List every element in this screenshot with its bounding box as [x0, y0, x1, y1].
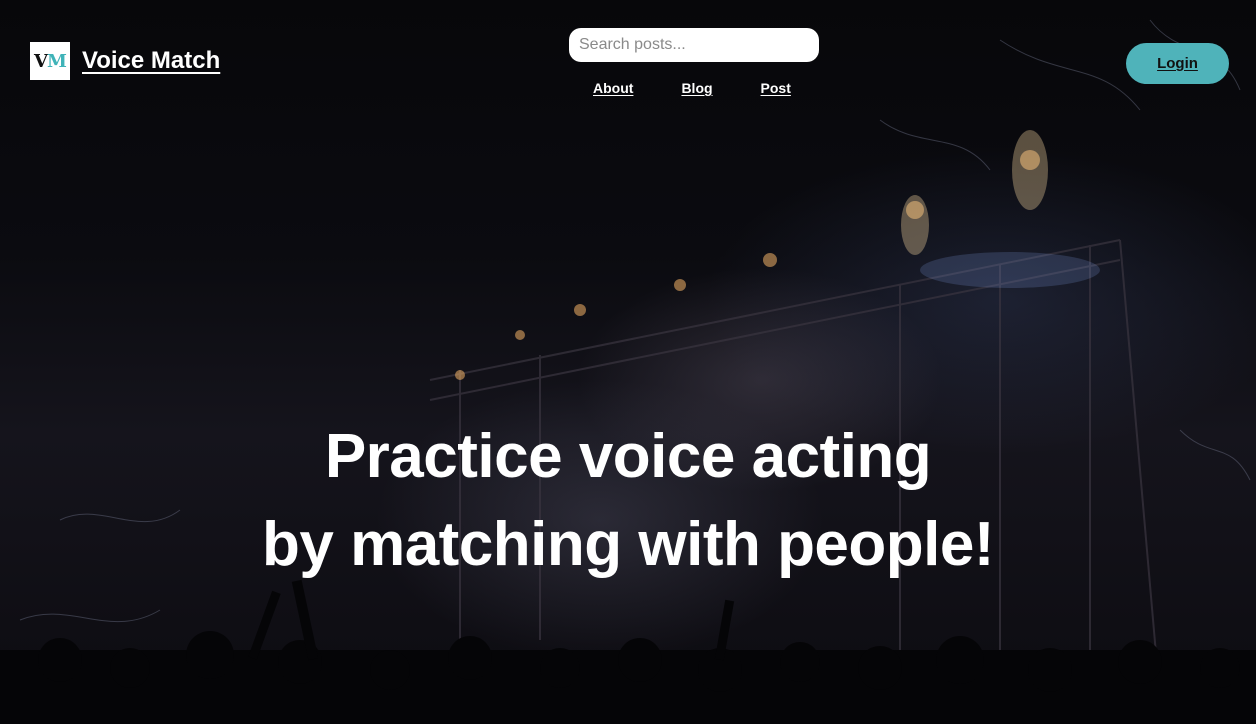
- login-button[interactable]: Login: [1126, 43, 1229, 84]
- hero-headline: Practice voice acting by matching with p…: [0, 413, 1256, 589]
- hero-headline-line-1: Practice voice acting: [324, 422, 932, 491]
- hero-headline-line-2: by matching with people!: [261, 510, 995, 579]
- nav-link-blog[interactable]: Blog: [681, 80, 712, 96]
- main-nav: About Blog Post: [593, 80, 791, 96]
- nav-link-post[interactable]: Post: [761, 80, 791, 96]
- brand-home-link[interactable]: VM Voice Match: [30, 42, 220, 80]
- landing-page: VM Voice Match About Blog Post Login Pra…: [0, 0, 1256, 724]
- nav-link-about[interactable]: About: [593, 80, 633, 96]
- voice-match-logo-icon: VM: [30, 42, 70, 80]
- hero-background-image: [0, 0, 1256, 724]
- search-input[interactable]: [569, 28, 819, 62]
- brand-name: Voice Match: [82, 47, 221, 74]
